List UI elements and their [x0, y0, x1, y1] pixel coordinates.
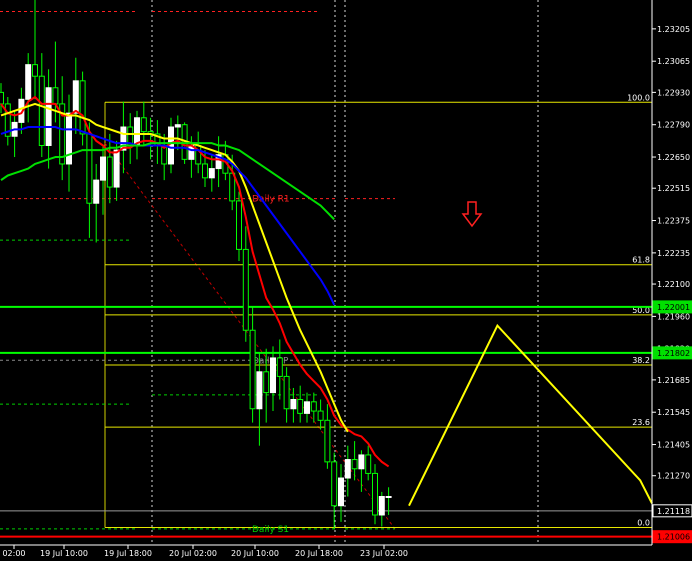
price-tick-label: 1.22650: [657, 153, 690, 162]
time-tick-label: 23 Jul 02:00: [360, 549, 408, 558]
candle-body: [86, 133, 93, 204]
candle-body: [202, 163, 208, 179]
fib-level-label: 23.6: [632, 418, 650, 427]
candle-body: [297, 399, 304, 414]
fib-level-label: 38.2: [632, 356, 650, 365]
candle-body: [242, 248, 249, 331]
candle-body: [263, 371, 270, 394]
price-tick-label: 1.21545: [657, 408, 690, 417]
price-tag-label: 1.22001: [657, 303, 690, 312]
price-chart: 100.061.850.038.223.60.0 Daily R1Daily P…: [0, 0, 692, 561]
candle-body: [236, 200, 242, 250]
time-tick-label: 20 Jul 18:00: [295, 549, 343, 558]
price-tag-label: 1.21118: [657, 507, 690, 516]
pivot-label: Daily S1: [252, 525, 289, 535]
time-tick-label: 02:00: [2, 549, 25, 558]
price-tick-label: 1.21685: [657, 376, 690, 385]
candle: [372, 464, 378, 525]
candle-body: [25, 64, 32, 100]
fib-level-label: 61.8: [632, 256, 650, 265]
candle-body: [72, 80, 79, 114]
candle-body: [365, 454, 372, 474]
time-tick-label: 19 Jul 10:00: [40, 549, 88, 558]
candle-body: [52, 87, 59, 105]
price-tick-label: 1.22100: [657, 280, 690, 289]
pivot-label: Daily R1: [252, 195, 290, 205]
fib-level-label: 100.0: [627, 93, 650, 102]
candle-body: [93, 179, 100, 204]
price-tick-label: 1.21270: [657, 472, 690, 481]
price-tick-label: 1.23065: [657, 57, 690, 66]
candle-body: [106, 156, 113, 188]
price-tick-label: 1.22235: [657, 249, 690, 258]
price-tick-label: 1.21960: [657, 312, 690, 321]
candle-body: [100, 156, 106, 181]
time-tick-label: 19 Jul 18:00: [104, 549, 152, 558]
candle-body: [276, 357, 283, 377]
candle-body: [372, 472, 378, 516]
candle-body: [324, 419, 331, 463]
candle-body: [113, 149, 120, 188]
candle-body: [249, 329, 256, 410]
candle-body: [351, 459, 358, 470]
price-tag-label: 1.21802: [657, 349, 690, 358]
candle: [79, 71, 86, 146]
candle-body: [32, 64, 38, 77]
candle-body: [134, 117, 140, 146]
candle-body: [290, 399, 297, 410]
time-tick-label: 20 Jul 10:00: [231, 549, 279, 558]
price-tick-label: 1.21405: [657, 441, 690, 450]
candle-body: [270, 357, 276, 394]
candle-body: [208, 168, 215, 179]
candle-body: [385, 496, 392, 499]
candle-body: [358, 454, 365, 470]
candle-body: [256, 371, 263, 410]
candle-body: [304, 401, 310, 414]
candle-body: [344, 459, 351, 479]
candle-body: [283, 375, 290, 410]
candle-body: [45, 87, 52, 146]
price-tick-label: 1.22930: [657, 88, 690, 97]
candle-body: [317, 410, 324, 421]
candle-body: [338, 477, 344, 507]
candle-body: [38, 75, 45, 146]
price-tag-label: 1.21006: [657, 533, 690, 542]
candle-body: [79, 80, 86, 135]
candle-body: [0, 91, 4, 105]
candle-body: [310, 401, 317, 412]
candle-body: [331, 461, 338, 507]
time-tick-label: 20 Jul 02:00: [169, 549, 217, 558]
candle-body: [174, 124, 181, 128]
price-tick-label: 1.22375: [657, 217, 690, 226]
candle-body: [140, 117, 147, 133]
price-tick-label: 1.22515: [657, 184, 690, 193]
price-tick-label: 1.23205: [657, 25, 690, 34]
candle-body: [378, 496, 385, 516]
fib-level-label: 0.0: [637, 518, 650, 527]
price-tick-label: 1.22790: [657, 121, 690, 130]
